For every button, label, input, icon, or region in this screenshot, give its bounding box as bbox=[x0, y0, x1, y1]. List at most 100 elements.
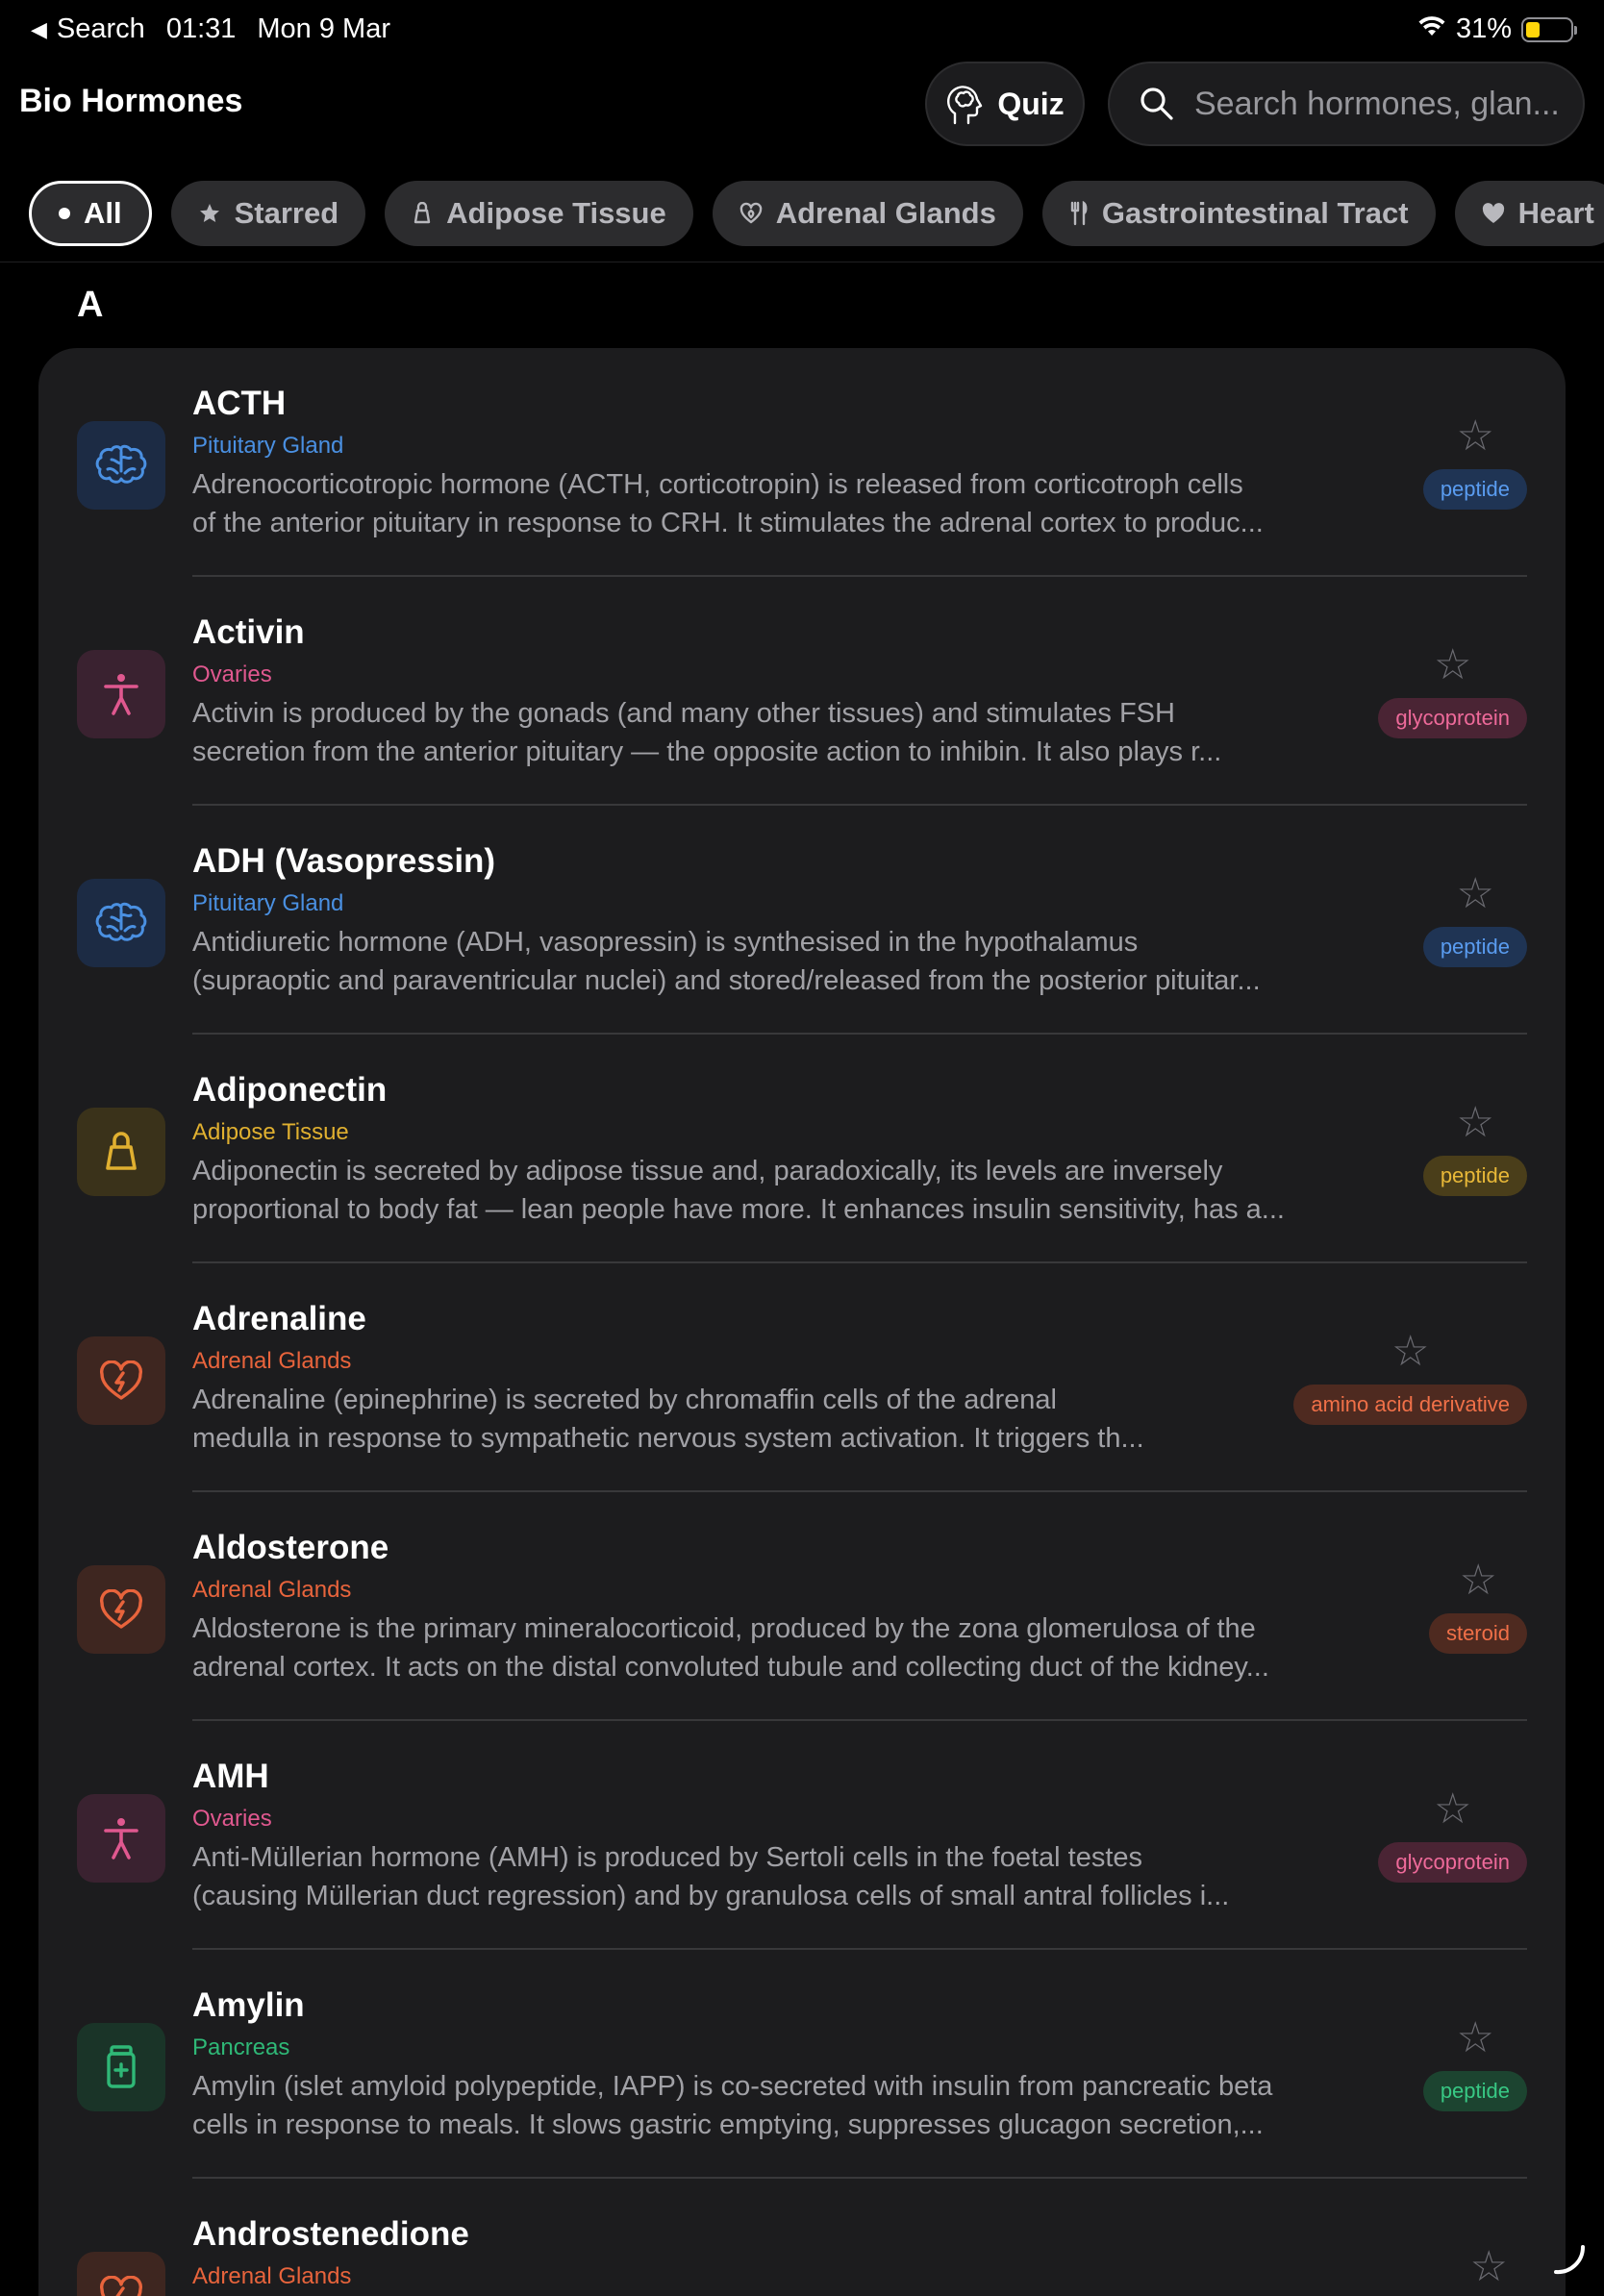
hormone-description-line: (causing Müllerian duct regression) and … bbox=[192, 1881, 1230, 1911]
hormone-row[interactable]: ACTH Pituitary Gland Adrenocorticotropic h… bbox=[38, 348, 1566, 577]
search-input[interactable] bbox=[1194, 85, 1560, 123]
hormone-gland: Adrenal Glands bbox=[192, 1348, 352, 1374]
filter-chip-bar[interactable]: All Starred Adipose Tissue Adrenal Gland… bbox=[29, 181, 1604, 248]
star-toggle-icon[interactable]: ☆ bbox=[1457, 1098, 1494, 1147]
hormone-gland: Pituitary Gland bbox=[192, 890, 344, 916]
battery-icon bbox=[1521, 16, 1577, 42]
filter-chip-gastrointestinal-tract[interactable]: Gastrointestinal Tract bbox=[1041, 181, 1436, 246]
hormone-row[interactable]: ADH (Vasopressin) Pituitary Gland Antidiur… bbox=[38, 806, 1566, 1035]
hormone-type-badge: glycoprotein bbox=[1378, 698, 1527, 738]
hormone-description-line: Adrenocorticotropic hormone (ACTH, corti… bbox=[192, 469, 1243, 500]
filter-chip-starred[interactable]: Starred bbox=[170, 181, 366, 246]
filter-chip-label: Starred bbox=[234, 196, 339, 230]
back-arrow-icon[interactable]: ◀ bbox=[31, 17, 47, 42]
filter-chip-label: Gastrointestinal Tract bbox=[1101, 196, 1409, 230]
hormone-row[interactable]: Adiponectin Adipose Tissue Adiponectin is … bbox=[38, 1035, 1566, 1263]
scroll-indicator[interactable] bbox=[1552, 2241, 1587, 2281]
star-toggle-icon[interactable]: ☆ bbox=[1457, 2013, 1494, 2062]
star-toggle-icon[interactable]: ☆ bbox=[1434, 1784, 1471, 1834]
quiz-button-label: Quiz bbox=[997, 86, 1065, 121]
hormone-row[interactable]: Aldosterone Adrenal Glands Aldosterone is … bbox=[38, 1492, 1566, 1721]
hormone-type-badge: peptide bbox=[1422, 469, 1527, 510]
filter-chip-adipose-tissue[interactable]: Adipose Tissue bbox=[385, 181, 693, 246]
hormone-description: Activin is produced by the gonads (and m… bbox=[192, 694, 1394, 771]
filter-chip-heart[interactable]: Heart bbox=[1454, 181, 1604, 246]
hormone-name: Aldosterone bbox=[192, 1529, 389, 1566]
back-to-search-link[interactable]: Search bbox=[57, 13, 145, 45]
hormone-description-line: (supraoptic and paraventricular nuclei) … bbox=[192, 965, 1261, 996]
filter-chip-all[interactable]: All bbox=[29, 181, 152, 246]
status-bar: ◀ Search 01:31 Mon 9 Mar 31% bbox=[0, 0, 1604, 60]
hormone-name: ACTH bbox=[192, 385, 287, 422]
brain-head-icon bbox=[945, 83, 986, 125]
fork-knife-icon bbox=[1069, 201, 1089, 226]
person-icon bbox=[77, 1794, 165, 1883]
hormone-description-line: Adiponectin is secreted by adipose tissu… bbox=[192, 1156, 1223, 1186]
hormone-name: Androstenedione bbox=[192, 2215, 469, 2253]
filter-chip-adrenal-glands[interactable]: Adrenal Glands bbox=[712, 181, 1023, 246]
heart-bolt-icon bbox=[77, 2252, 165, 2296]
star-toggle-icon[interactable]: ☆ bbox=[1457, 412, 1494, 461]
star-toggle-icon[interactable]: ☆ bbox=[1391, 1327, 1429, 1376]
hormone-description-line: adrenal cortex. It acts on the distal co… bbox=[192, 1652, 1269, 1683]
star-toggle-icon[interactable]: ☆ bbox=[1470, 2242, 1508, 2291]
heart-icon bbox=[1482, 203, 1505, 224]
hormone-description: Antidiuretic hormone (ADH, vasopressin) … bbox=[192, 923, 1394, 1000]
hormone-row[interactable]: Androstenedione Adrenal Glands ☆ bbox=[38, 2179, 1566, 2296]
hormone-description-line: medulla in response to sympathetic nervo… bbox=[192, 1423, 1144, 1454]
star-toggle-icon[interactable]: ☆ bbox=[1457, 869, 1494, 918]
search-icon bbox=[1139, 86, 1175, 122]
hormone-gland: Adipose Tissue bbox=[192, 1119, 349, 1145]
hormone-description-line: Amylin (islet amyloid polypeptide, IAPP)… bbox=[192, 2071, 1273, 2102]
app-window: ◀ Search 01:31 Mon 9 Mar 31% Bio Hormone… bbox=[0, 0, 1604, 2296]
hormone-type-badge: glycoprotein bbox=[1378, 1842, 1527, 1883]
hormone-type-badge: peptide bbox=[1422, 1156, 1527, 1196]
hormone-name: AMH bbox=[192, 1758, 269, 1795]
hormone-description-line: Adrenaline (epinephrine) is secreted by … bbox=[192, 1385, 1057, 1415]
hormone-description-line: Aldosterone is the primary mineralocorti… bbox=[192, 1613, 1256, 1644]
heart-bolt-icon bbox=[77, 1336, 165, 1425]
hormone-name: Activin bbox=[192, 613, 305, 651]
heart-bolt-icon bbox=[77, 1565, 165, 1654]
filter-chip-label: Heart bbox=[1517, 196, 1594, 230]
status-date: Mon 9 Mar bbox=[257, 13, 390, 44]
hormone-description-line: Anti-Müllerian hormone (AMH) is produced… bbox=[192, 1842, 1143, 1873]
filter-chip-label: Adipose Tissue bbox=[446, 196, 666, 230]
hormone-name: ADH (Vasopressin) bbox=[192, 842, 496, 880]
hormone-row[interactable]: Adrenaline Adrenal Glands Adrenaline (epin… bbox=[38, 1263, 1566, 1492]
heart-shield-icon bbox=[739, 202, 763, 225]
star-toggle-icon[interactable]: ☆ bbox=[1460, 1556, 1497, 1605]
section-header: A bbox=[77, 285, 104, 325]
kettlebell-icon bbox=[77, 1108, 165, 1196]
status-time: 01:31 bbox=[165, 13, 237, 44]
hormone-description-line: secretion from the anterior pituitary — … bbox=[192, 736, 1222, 767]
hormone-row[interactable]: Amylin Pancreas Amylin (islet amyloid poly… bbox=[38, 1950, 1566, 2179]
hormone-type-badge: amino acid derivative bbox=[1293, 1385, 1527, 1425]
hormone-description-line: cells in response to meals. It slows gas… bbox=[192, 2109, 1264, 2140]
hormone-list: ACTH Pituitary Gland Adrenocorticotropic h… bbox=[38, 348, 1566, 2296]
hormone-description: Amylin (islet amyloid polypeptide, IAPP)… bbox=[192, 2067, 1394, 2144]
hormone-gland: Adrenal Glands bbox=[192, 2263, 352, 2289]
brain-icon bbox=[77, 879, 165, 967]
page-title: Bio Hormones bbox=[19, 83, 243, 119]
star-icon bbox=[198, 202, 221, 225]
filter-chip-label: All bbox=[84, 196, 122, 230]
filter-chip-label: Adrenal Glands bbox=[775, 196, 996, 230]
search-bar[interactable] bbox=[1108, 62, 1585, 146]
hormone-description: Aldosterone is the primary mineralocorti… bbox=[192, 1610, 1394, 1686]
hormone-row[interactable]: AMH Ovaries Anti-Müllerian hormone (AMH) i… bbox=[38, 1721, 1566, 1950]
hormone-gland: Pituitary Gland bbox=[192, 433, 344, 459]
hormone-description-line: of the anterior pituitary in response to… bbox=[192, 508, 1264, 538]
hormone-name: Amylin bbox=[192, 1986, 305, 2024]
hormone-row[interactable]: Activin Ovaries Activin is produced by the… bbox=[38, 577, 1566, 806]
medicine-bottle-icon bbox=[77, 2023, 165, 2111]
hormone-type-badge: peptide bbox=[1422, 2071, 1527, 2111]
quiz-button[interactable]: Quiz bbox=[925, 62, 1085, 146]
wifi-icon bbox=[1417, 13, 1446, 45]
hormone-description: Adrenocorticotropic hormone (ACTH, corti… bbox=[192, 465, 1394, 542]
hormone-description-line: Activin is produced by the gonads (and m… bbox=[192, 698, 1175, 729]
dot-icon bbox=[59, 208, 70, 219]
person-icon bbox=[77, 650, 165, 738]
hormone-description: Anti-Müllerian hormone (AMH) is produced… bbox=[192, 1838, 1394, 1915]
star-toggle-icon[interactable]: ☆ bbox=[1434, 640, 1471, 689]
